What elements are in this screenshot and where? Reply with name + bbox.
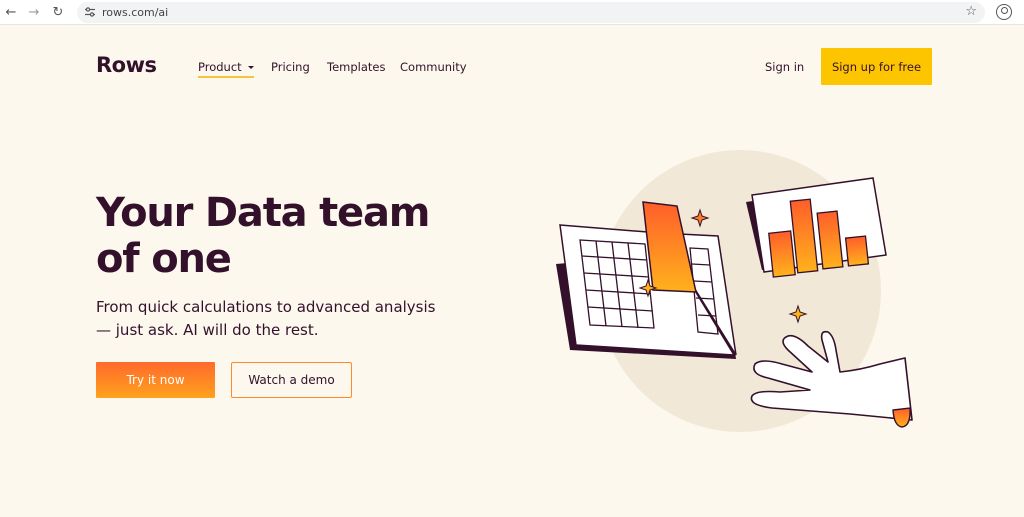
hero-title: Your Data team of one xyxy=(96,190,476,282)
reload-icon[interactable]: ↻ xyxy=(49,3,67,21)
hero-subtitle-line-1: From quick calculations to advanced anal… xyxy=(96,298,436,316)
nav-item-pricing[interactable]: Pricing xyxy=(271,60,310,74)
chevron-down-icon xyxy=(247,66,254,69)
nav-item-product[interactable]: Product xyxy=(198,60,254,78)
hero-subtitle-line-2: — just ask. AI will do the rest. xyxy=(96,321,319,339)
nav-product-label: Product xyxy=(198,60,242,74)
forward-icon[interactable]: → xyxy=(25,3,43,21)
hero-subtitle: From quick calculations to advanced anal… xyxy=(96,296,456,342)
hero-title-line-1: Your Data team xyxy=(96,190,430,236)
rows-logo[interactable]: Rows xyxy=(96,53,157,77)
profile-icon[interactable] xyxy=(996,4,1012,20)
hero-illustration xyxy=(556,150,913,432)
sign-in-link[interactable]: Sign in xyxy=(765,60,804,74)
nav-item-templates[interactable]: Templates xyxy=(327,60,385,74)
hero-title-line-2: of one xyxy=(96,236,232,282)
browser-toolbar: ← → ↻ rows.com/ai ☆ xyxy=(0,0,1024,25)
back-icon[interactable]: ← xyxy=(2,3,20,21)
bookmark-star-icon[interactable]: ☆ xyxy=(965,4,977,19)
fingertip-icon xyxy=(892,407,911,428)
watch-demo-button[interactable]: Watch a demo xyxy=(231,362,352,398)
try-it-now-button[interactable]: Try it now xyxy=(96,362,215,398)
nav-item-community[interactable]: Community xyxy=(400,60,467,74)
bar-chart-card-icon xyxy=(746,177,887,278)
site-info-icon[interactable] xyxy=(84,6,96,18)
url-text: rows.com/ai xyxy=(102,6,169,19)
address-bar[interactable]: rows.com/ai ☆ xyxy=(77,2,985,23)
sign-up-button[interactable]: Sign up for free xyxy=(821,48,932,85)
